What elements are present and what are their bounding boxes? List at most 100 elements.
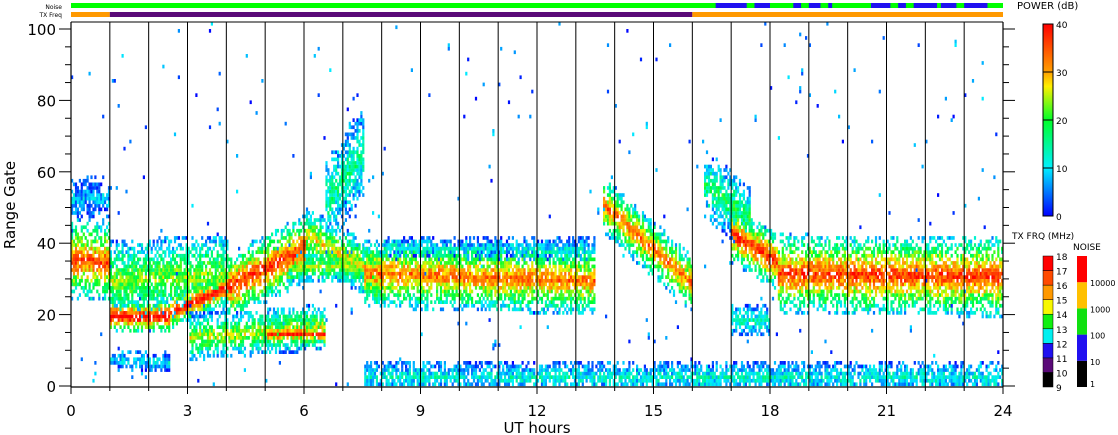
heatmap-cell xyxy=(315,321,318,326)
heatmap-cell xyxy=(214,243,217,247)
heatmap-cell xyxy=(443,261,446,265)
heatmap-cell xyxy=(76,250,79,254)
heatmap-cell xyxy=(127,264,130,269)
heatmap-cell xyxy=(331,232,334,237)
heatmap-cell xyxy=(74,182,78,187)
heatmap-cell xyxy=(199,289,202,294)
heatmap-cell xyxy=(111,264,114,269)
heatmap-cell xyxy=(137,350,140,354)
heatmap-cell xyxy=(476,282,479,287)
heatmap-cell xyxy=(430,286,433,290)
heatmap-cell xyxy=(490,296,493,301)
heatmap-cell xyxy=(333,261,336,265)
heatmap-cell xyxy=(443,371,446,376)
heatmap-cell xyxy=(123,278,126,283)
heatmap-cell xyxy=(366,264,369,269)
heatmap-cell xyxy=(117,368,120,372)
heatmap-cell xyxy=(311,325,314,329)
heatmap-cell xyxy=(348,182,351,187)
heatmap-cell xyxy=(243,264,246,269)
heatmap-cell xyxy=(438,268,441,272)
heatmap-cell xyxy=(422,246,425,251)
heatmap-cell xyxy=(214,303,217,308)
heatmap-cell xyxy=(350,189,353,194)
heatmap-cell xyxy=(199,300,202,304)
heatmap-cell xyxy=(447,246,450,251)
heatmap-cell xyxy=(422,378,425,383)
heatmap-cell xyxy=(453,364,456,369)
heatmap-cell xyxy=(348,175,351,180)
heatmap-cell xyxy=(280,246,283,251)
heatmap-cell xyxy=(158,325,161,329)
heatmap-cell xyxy=(309,221,312,226)
heatmap-cell xyxy=(220,300,223,304)
heatmap-cell xyxy=(98,207,101,212)
heatmap-cell xyxy=(430,371,433,376)
heatmap-cell xyxy=(455,253,458,258)
heatmap-cell xyxy=(253,339,256,344)
heatmap-cell xyxy=(131,303,134,308)
heatmap-cell xyxy=(362,289,365,294)
heatmap-cell xyxy=(346,171,349,176)
heatmap-cell xyxy=(135,314,138,319)
heatmap-cell xyxy=(356,125,359,130)
heatmap-cell xyxy=(88,182,91,187)
heatmap-cell xyxy=(490,300,493,304)
heatmap-cell xyxy=(364,300,367,304)
heatmap-cell xyxy=(220,268,223,272)
heatmap-cell xyxy=(403,282,406,287)
heatmap-cell xyxy=(245,271,248,276)
heatmap-cell xyxy=(276,264,279,269)
heatmap-cell xyxy=(480,243,483,247)
heatmap-cell xyxy=(142,282,145,287)
heatmap-cell xyxy=(208,343,212,347)
heatmap-cell xyxy=(395,303,398,308)
heatmap-cell xyxy=(370,278,373,283)
heatmap-cell xyxy=(106,225,109,230)
heatmap-cell xyxy=(175,303,178,308)
heatmap-cell xyxy=(239,318,243,322)
heatmap-cell xyxy=(212,332,215,337)
heatmap-cell xyxy=(72,264,76,269)
heatmap-cell xyxy=(173,293,177,297)
heatmap-cell xyxy=(439,239,443,244)
heatmap-cell xyxy=(500,264,503,269)
heatmap-cell xyxy=(366,275,369,279)
heatmap-cell xyxy=(426,271,429,276)
heatmap-cell xyxy=(175,307,178,312)
heatmap-cell xyxy=(199,250,202,254)
heatmap-cell xyxy=(500,261,503,265)
heatmap-cell xyxy=(305,214,309,219)
heatmap-cell xyxy=(274,332,278,337)
heatmap-cell xyxy=(488,364,491,369)
heatmap-cell xyxy=(401,275,404,279)
heatmap-cell xyxy=(393,275,396,279)
heatmap-cell xyxy=(428,286,431,290)
heatmap-cell xyxy=(179,246,182,251)
heatmap-cell xyxy=(216,107,219,112)
heatmap-cell xyxy=(492,257,495,262)
heatmap-cell xyxy=(399,375,402,379)
heatmap-cell xyxy=(469,278,472,283)
heatmap-cell xyxy=(307,246,311,251)
heatmap-cell xyxy=(170,257,173,262)
heatmap-cell xyxy=(86,186,89,190)
heatmap-cell xyxy=(205,268,208,272)
heatmap-cell xyxy=(74,211,78,215)
heatmap-cell xyxy=(362,157,365,162)
heatmap-cell xyxy=(335,239,338,244)
heatmap-cell xyxy=(502,289,505,294)
heatmap-cell xyxy=(181,289,184,294)
heatmap-cell xyxy=(307,261,311,265)
heatmap-cell xyxy=(348,243,351,247)
heatmap-cell xyxy=(179,243,182,247)
heatmap-cell xyxy=(164,286,167,290)
heatmap-cell xyxy=(451,382,454,387)
heatmap-cell xyxy=(288,271,291,276)
heatmap-cell xyxy=(344,175,347,180)
heatmap-cell xyxy=(195,289,198,294)
heatmap-cell xyxy=(403,264,406,269)
heatmap-cell xyxy=(348,193,351,197)
heatmap-cell xyxy=(135,286,138,290)
heatmap-cell xyxy=(193,268,196,272)
